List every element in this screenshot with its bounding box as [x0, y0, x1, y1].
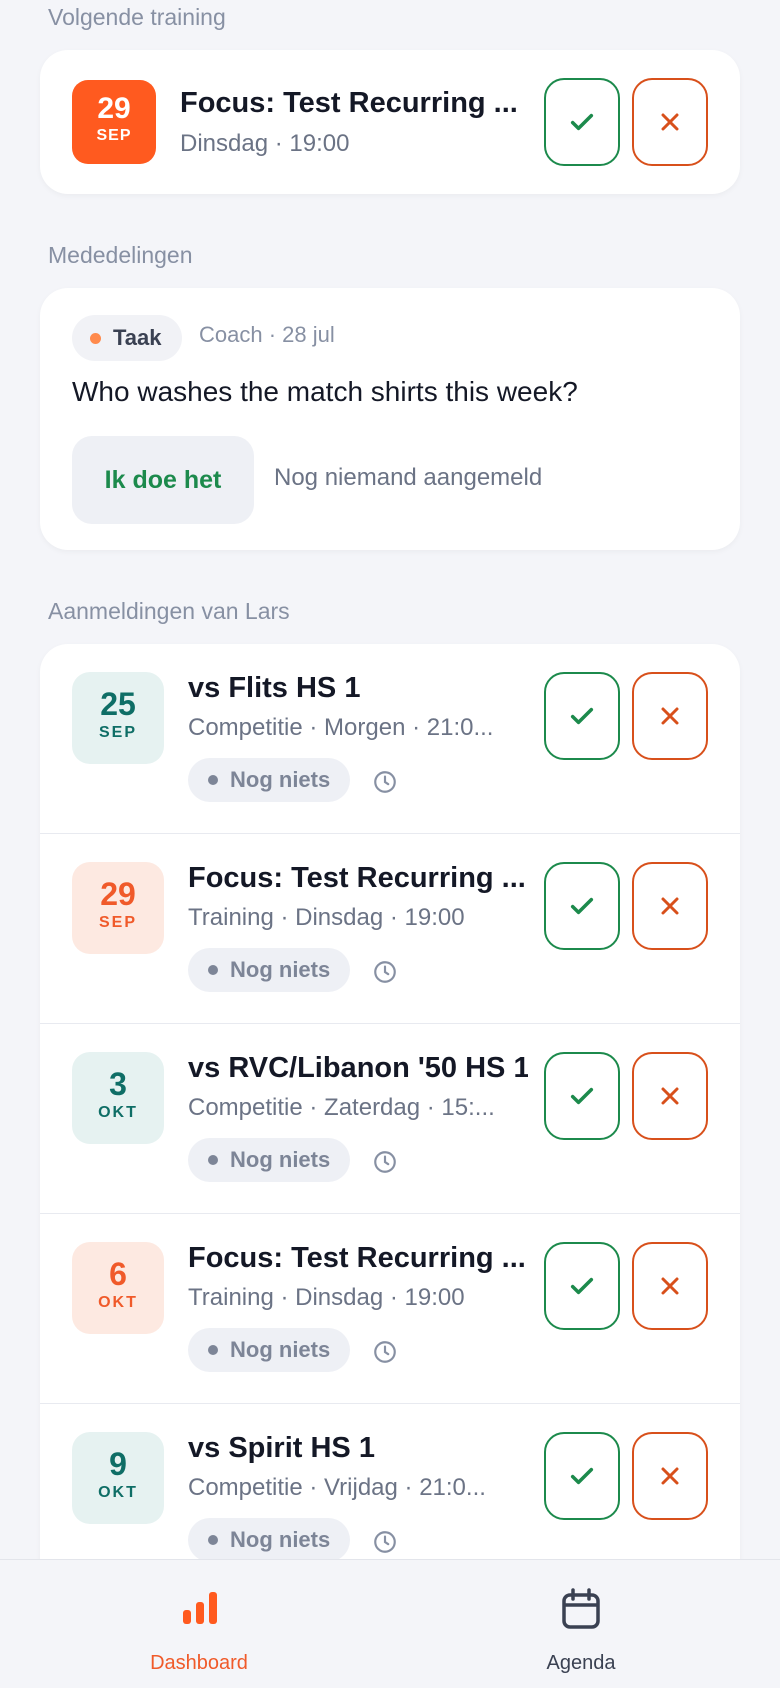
event-month: OKT [98, 1104, 138, 1121]
status-dot-icon [208, 1345, 218, 1355]
clock-icon [372, 1529, 398, 1555]
announcements-section-label: Mededelingen [48, 242, 193, 268]
bar-chart-icon [183, 1592, 217, 1624]
event-date-badge: 29 SEP [72, 862, 164, 954]
event-title: vs Spirit HS 1 [188, 1432, 375, 1464]
decline-button[interactable] [632, 862, 708, 950]
event-day: 25 [100, 686, 136, 722]
next-training-month: SEP [96, 127, 132, 144]
next-training-accept-button[interactable] [544, 78, 620, 166]
registration-row[interactable]: 3 OKT vs RVC/Libanon '50 HS 1 Competitie · … [40, 1024, 740, 1214]
event-subtitle: Competitie · Vrijdag · 21:0... [188, 1474, 486, 1501]
volunteer-status: Nog niemand aangemeld [274, 464, 543, 491]
attendance-status-label: Nog niets [230, 1337, 331, 1362]
event-month: OKT [98, 1484, 138, 1501]
attendance-status-label: Nog niets [230, 1147, 331, 1172]
bottom-nav: Dashboard Agenda [0, 1559, 780, 1688]
decline-button[interactable] [632, 1242, 708, 1330]
registration-row[interactable]: 6 OKT Focus: Test Recurring ... Training · … [40, 1214, 740, 1404]
event-date-badge: 25 SEP [72, 672, 164, 764]
event-date-badge: 3 OKT [72, 1052, 164, 1144]
registrations-card: 25 SEP vs Flits HS 1 Competitie · Morgen · … [40, 644, 740, 1604]
nav-dashboard-label: Dashboard [150, 1652, 248, 1674]
clock-icon [372, 1149, 398, 1175]
event-month: SEP [98, 914, 137, 931]
event-subtitle: Competitie · Morgen · 21:0... [188, 714, 494, 741]
clock-icon [372, 769, 398, 795]
accept-button[interactable] [544, 862, 620, 950]
check-icon [570, 113, 594, 131]
attendance-status-badge: Nog niets [188, 758, 351, 802]
announcement-tag-label: Taak [113, 325, 162, 350]
nav-dashboard[interactable]: Dashboard [4, 1560, 394, 1688]
close-icon [661, 1277, 679, 1295]
event-date-badge: 9 OKT [72, 1432, 164, 1524]
attendance-status-badge: Nog niets [188, 948, 351, 992]
event-day: 6 [109, 1256, 127, 1292]
announcement-tag: Taak [72, 315, 182, 361]
next-training-subtitle: Dinsdag · 19:00 [180, 130, 350, 157]
check-icon [570, 1087, 594, 1105]
close-icon [661, 707, 679, 725]
attendance-status-badge: Nog niets [188, 1328, 351, 1372]
next-training-section-label: Volgende training [48, 4, 226, 30]
event-date-badge: 6 OKT [72, 1242, 164, 1334]
tag-dot-icon [90, 332, 101, 344]
announcement-meta: Coach · 28 jul [199, 322, 335, 347]
attendance-status-label: Nog niets [230, 767, 331, 792]
attendance-status-badge: Nog niets [188, 1138, 351, 1182]
next-training-decline-button[interactable] [632, 78, 708, 166]
event-month: SEP [98, 724, 137, 741]
accept-button[interactable] [544, 672, 620, 760]
accept-button[interactable] [544, 1052, 620, 1140]
event-title: vs RVC/Libanon '50 HS 1 [188, 1052, 528, 1084]
next-training-card[interactable]: 29 SEP Focus: Test Recurring ... Dinsdag… [40, 50, 740, 194]
close-icon [661, 1467, 679, 1485]
event-title: Focus: Test Recurring ... [188, 862, 526, 894]
volunteer-button[interactable]: Ik doe het [72, 436, 254, 524]
announcement-question: Who washes the match shirts this week? [72, 376, 578, 407]
nav-agenda[interactable]: Agenda [386, 1560, 776, 1688]
check-icon [570, 897, 594, 915]
event-subtitle: Training · Dinsdag · 19:00 [188, 904, 465, 931]
event-month: OKT [98, 1294, 138, 1311]
clock-icon [372, 959, 398, 985]
clock-icon [372, 1339, 398, 1365]
attendance-status-label: Nog niets [230, 957, 331, 982]
close-icon [661, 897, 679, 915]
registration-row[interactable]: 25 SEP vs Flits HS 1 Competitie · Morgen · … [40, 644, 740, 834]
registration-row[interactable]: 29 SEP Focus: Test Recurring ... Training ·… [40, 834, 740, 1024]
decline-button[interactable] [632, 1052, 708, 1140]
check-icon [570, 707, 594, 725]
check-icon [570, 1467, 594, 1485]
status-dot-icon [208, 1155, 218, 1165]
event-day: 29 [100, 876, 136, 912]
registrations-section-label: Aanmeldingen van Lars [48, 598, 290, 624]
accept-button[interactable] [544, 1432, 620, 1520]
event-day: 3 [109, 1066, 127, 1102]
accept-button[interactable] [544, 1242, 620, 1330]
announcement-card: Taak Coach · 28 jul Who washes the match… [40, 288, 740, 550]
event-subtitle: Training · Dinsdag · 19:00 [188, 1284, 465, 1311]
calendar-icon [562, 1588, 600, 1629]
nav-agenda-label: Agenda [546, 1652, 616, 1674]
next-training-date-badge: 29 SEP [72, 80, 156, 164]
event-subtitle: Competitie · Zaterdag · 15:... [188, 1094, 495, 1121]
event-title: vs Flits HS 1 [188, 672, 361, 704]
status-dot-icon [208, 1535, 218, 1545]
check-icon [570, 1277, 594, 1295]
event-day: 9 [109, 1446, 127, 1482]
next-training-day: 29 [97, 92, 131, 125]
decline-button[interactable] [632, 672, 708, 760]
status-dot-icon [208, 775, 218, 785]
attendance-status-badge: Nog niets [188, 1518, 351, 1562]
close-icon [661, 113, 679, 131]
next-training-title: Focus: Test Recurring ... [180, 87, 518, 119]
event-title: Focus: Test Recurring ... [188, 1242, 526, 1274]
close-icon [661, 1087, 679, 1105]
status-dot-icon [208, 965, 218, 975]
decline-button[interactable] [632, 1432, 708, 1520]
attendance-status-label: Nog niets [230, 1527, 331, 1552]
